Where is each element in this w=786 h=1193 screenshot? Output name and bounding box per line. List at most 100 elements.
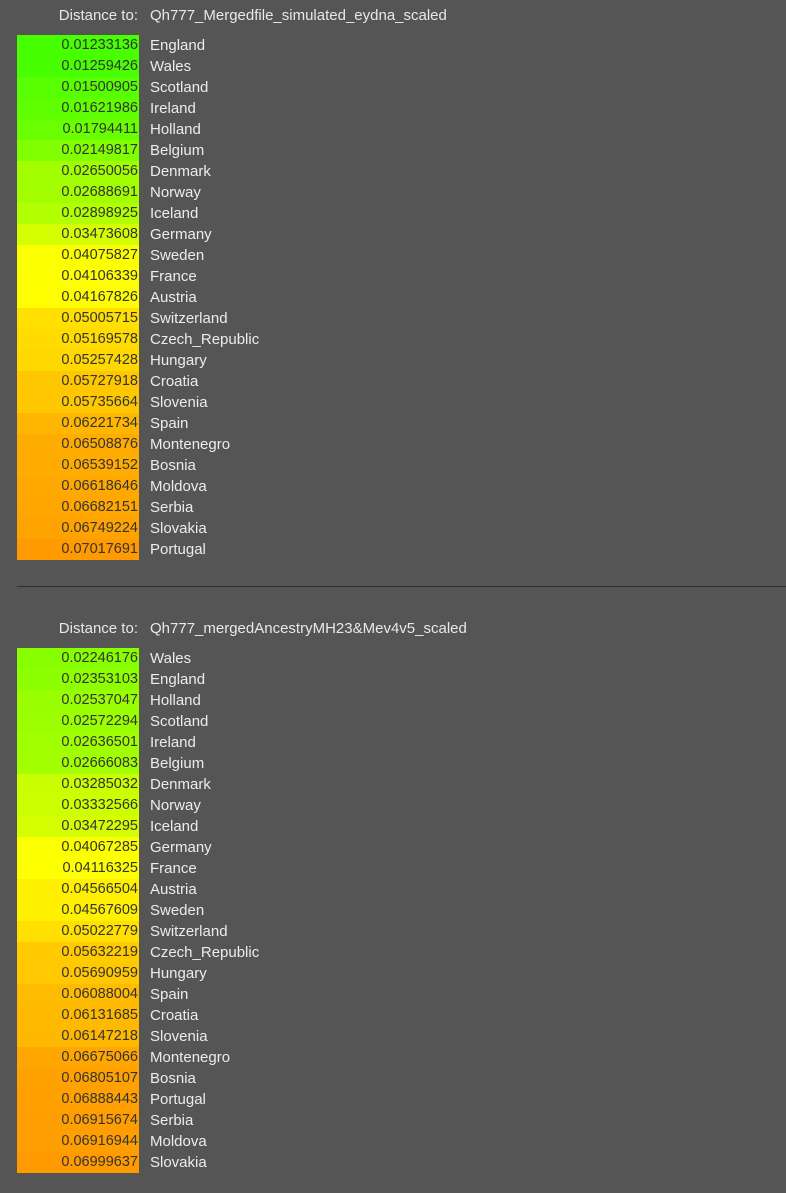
distance-header: Distance to: Qh777_mergedAncestryMH23&Me… [0,619,786,639]
distance-to-label: Distance to: [58,7,138,24]
population-name: Slovenia [150,1028,208,1045]
population-name: Serbia [150,499,194,516]
distance-value: 0.02666083 [17,753,139,774]
distance-value: 0.02246176 [17,648,139,669]
distance-value: 0.06682151 [17,497,139,518]
distance-value: 0.05169578 [17,329,139,350]
population-name: Moldova [150,1133,207,1150]
population-name: Czech_Republic [150,944,260,961]
distance-header: Distance to: Qh777_Mergedfile_simulated_… [0,6,786,26]
population-name: Spain [150,986,189,1003]
distance-value: 0.06805107 [17,1068,139,1089]
distance-value: 0.06147218 [17,1026,139,1047]
population-name: Slovakia [150,520,207,537]
distance-value: 0.06999637 [17,1152,139,1173]
population-name: Sweden [150,247,205,264]
distance-value: 0.03473608 [17,224,139,245]
distance-value: 0.02650056 [17,161,139,182]
distance-value: 0.04566504 [17,879,139,900]
distance-value: 0.01259426 [17,56,139,77]
population-name: Hungary [150,965,207,982]
distance-value: 0.01500905 [17,77,139,98]
population-name: Austria [150,881,197,898]
population-name: Sweden [150,902,205,919]
distance-value: 0.06131685 [17,1005,139,1026]
population-name: Holland [150,121,201,138]
population-name: England [150,37,206,54]
distance-value: 0.06508876 [17,434,139,455]
population-name: Denmark [150,163,211,180]
section-divider [17,586,786,587]
population-name: Scotland [150,713,209,730]
distance-value: 0.06675066 [17,1047,139,1068]
distance-value: 0.06221734 [17,413,139,434]
population-name: Switzerland [150,310,228,327]
population-name: Denmark [150,776,211,793]
distance-value: 0.07017691 [17,539,139,560]
distance-value: 0.04106339 [17,266,139,287]
distance-value: 0.05727918 [17,371,139,392]
population-name: Bosnia [150,457,196,474]
population-name: Iceland [150,818,199,835]
population-name: Portugal [150,541,206,558]
population-name: France [150,860,197,877]
population-name: England [150,671,206,688]
population-name: Ireland [150,734,196,751]
distance-value: 0.02353103 [17,669,139,690]
distance-value: 0.02688691 [17,182,139,203]
population-name: Moldova [150,478,207,495]
distance-value: 0.05735664 [17,392,139,413]
distance-value: 0.04067285 [17,837,139,858]
population-name: Montenegro [150,1049,231,1066]
distance-to-label: Distance to: [58,620,138,637]
distance-value: 0.05257428 [17,350,139,371]
population-name: France [150,268,197,285]
population-name: Portugal [150,1091,206,1108]
distance-value: 0.06618646 [17,476,139,497]
distance-value: 0.06888443 [17,1089,139,1110]
population-name: Norway [150,184,201,201]
target-sample-name: Qh777_Mergedfile_simulated_eydna_scaled [150,7,447,24]
distance-value: 0.02537047 [17,690,139,711]
population-name: Serbia [150,1112,194,1129]
population-name: Croatia [150,1007,199,1024]
population-name: Wales [150,58,192,75]
population-name: Hungary [150,352,207,369]
population-name: Austria [150,289,197,306]
distance-value: 0.04167826 [17,287,139,308]
distance-value: 0.01794411 [17,119,139,140]
distance-value: 0.06916944 [17,1131,139,1152]
population-name: Croatia [150,373,199,390]
population-name: Norway [150,797,201,814]
population-name: Switzerland [150,923,228,940]
distance-value: 0.06539152 [17,455,139,476]
distance-value: 0.05022779 [17,921,139,942]
population-name: Ireland [150,100,196,117]
population-name: Wales [150,650,192,667]
distance-value: 0.02636501 [17,732,139,753]
distance-value: 0.04567609 [17,900,139,921]
population-name: Bosnia [150,1070,196,1087]
distance-value: 0.05690959 [17,963,139,984]
population-name: Germany [150,226,212,243]
population-name: Germany [150,839,212,856]
target-sample-name: Qh777_mergedAncestryMH23&Mev4v5_scaled [150,620,467,637]
distance-value: 0.05005715 [17,308,139,329]
population-name: Slovenia [150,394,208,411]
population-name: Belgium [150,755,205,772]
distance-value: 0.03285032 [17,774,139,795]
distance-value: 0.04075827 [17,245,139,266]
distance-value: 0.06915674 [17,1110,139,1131]
distance-value: 0.03472295 [17,816,139,837]
distance-value: 0.03332566 [17,795,139,816]
distance-value: 0.05632219 [17,942,139,963]
population-name: Spain [150,415,189,432]
population-name: Holland [150,692,201,709]
population-name: Czech_Republic [150,331,260,348]
distance-value: 0.02149817 [17,140,139,161]
population-name: Montenegro [150,436,231,453]
distance-value: 0.02898925 [17,203,139,224]
population-name: Iceland [150,205,199,222]
distance-value: 0.04116325 [17,858,139,879]
distance-value: 0.02572294 [17,711,139,732]
